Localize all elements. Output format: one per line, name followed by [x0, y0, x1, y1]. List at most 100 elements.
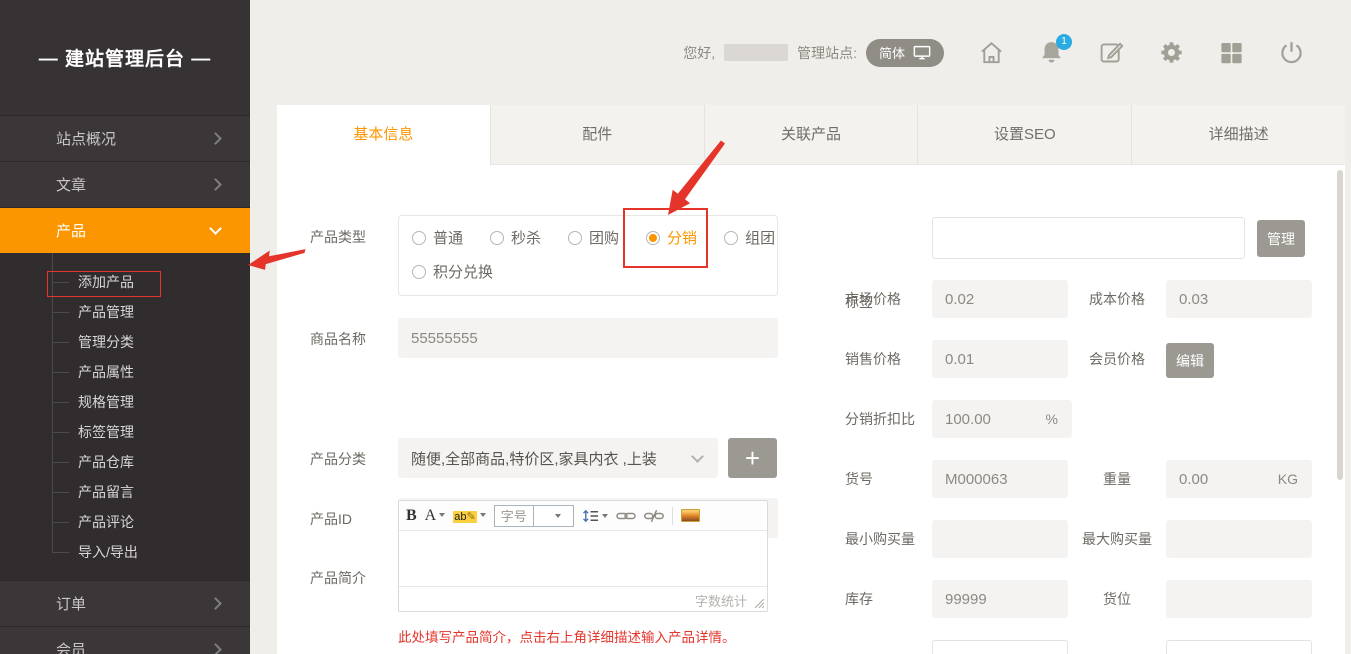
add-category-button[interactable]: + [728, 438, 777, 478]
editor-toolbar: B A ab✎ 字号 [399, 501, 767, 531]
sidebar-item-site-overview[interactable]: 站点概况 [0, 115, 250, 161]
sidebar-subitem-spec-manage[interactable]: 规格管理 [0, 387, 250, 417]
radio-flash-sale[interactable]: 秒杀 [490, 227, 541, 248]
sidebar-item-products[interactable]: 产品 [0, 207, 250, 253]
clipped-input-right[interactable] [1166, 640, 1312, 654]
sidebar-subitem-tag-manage[interactable]: 标签管理 [0, 417, 250, 447]
edit-icon[interactable] [1098, 39, 1125, 66]
distribution-ratio-label: 分销折扣比 [845, 410, 915, 428]
sidebar-subitem-category-manage[interactable]: 管理分类 [0, 327, 250, 357]
radio-points-exchange[interactable]: 积分兑换 [412, 261, 493, 282]
subitem-label: 产品属性 [78, 364, 134, 380]
radio-normal[interactable]: 普通 [412, 227, 463, 248]
stock-input[interactable] [932, 580, 1068, 618]
radio-group-buy[interactable]: 团购 [568, 227, 619, 248]
home-icon[interactable] [978, 39, 1005, 66]
cost-price-field [1166, 280, 1312, 318]
sidebar-subitem-product-warehouse[interactable]: 产品仓库 [0, 447, 250, 477]
market-price-input[interactable] [932, 280, 1068, 318]
insert-image-button[interactable] [681, 509, 700, 522]
sidebar-item-articles[interactable]: 文章 [0, 161, 250, 207]
subitem-label: 导入/导出 [78, 544, 138, 560]
sidebar-item-members[interactable]: 会员 [0, 626, 250, 654]
main-panel: 基本信息 配件 关联产品 设置SEO 详细描述 产品类型 普通 秒杀 团购 分销… [277, 105, 1345, 654]
sidebar-subitem-product-attrs[interactable]: 产品属性 [0, 357, 250, 387]
weight-label: 重量 [1067, 470, 1167, 488]
max-purchase-input[interactable] [1166, 520, 1312, 558]
highlight-button[interactable]: ab✎ [453, 507, 485, 525]
editor-text-area[interactable] [399, 531, 767, 586]
sale-price-input[interactable] [932, 340, 1068, 378]
grid-icon[interactable] [1218, 39, 1245, 66]
tab-basic-info[interactable]: 基本信息 [277, 105, 490, 165]
resize-grip-icon[interactable] [754, 598, 765, 609]
stock-field [932, 580, 1068, 618]
radio-distribution[interactable]: 分销 [646, 227, 697, 248]
sidebar-subitem-import-export[interactable]: 导入/导出 [0, 537, 250, 567]
radio-icon [724, 231, 738, 245]
radio-icon [568, 231, 582, 245]
sidebar-subitem-product-reviews[interactable]: 产品评论 [0, 507, 250, 537]
manage-tags-button[interactable]: 管理 [1257, 220, 1305, 257]
edit-member-price-button[interactable]: 编辑 [1166, 343, 1214, 378]
sidebar-item-orders[interactable]: 订单 [0, 580, 250, 626]
kg-unit: KG [1278, 471, 1298, 487]
subitem-label: 管理分类 [78, 334, 134, 350]
radio-icon-checked [646, 231, 660, 245]
gear-icon[interactable] [1158, 39, 1185, 66]
sidebar-item-label: 站点概况 [56, 128, 116, 149]
radio-label: 分销 [667, 227, 697, 248]
font-color-button[interactable]: A [425, 507, 446, 525]
chevron-down-icon [691, 450, 704, 463]
subitem-label: 标签管理 [78, 424, 134, 440]
topbar: 您好, 管理站点: 简体 1 [250, 0, 1351, 105]
product-category-select[interactable]: 随便,全部商品,特价区,家具内衣 ,上装 [398, 438, 718, 478]
min-purchase-input[interactable] [932, 520, 1068, 558]
product-id-label: 产品ID [310, 510, 352, 528]
link-button[interactable] [616, 510, 636, 522]
radio-team-buy[interactable]: 组团 [724, 227, 775, 248]
tab-bar: 基本信息 配件 关联产品 设置SEO 详细描述 [277, 105, 1345, 165]
intro-help-note: 此处填写产品简介，点击右上角详细描述输入产品详情。 [398, 626, 736, 646]
bell-icon[interactable]: 1 [1038, 39, 1065, 66]
clipped-input-left[interactable] [932, 640, 1068, 654]
unlink-button[interactable] [644, 509, 664, 523]
toolbar-separator [672, 507, 673, 525]
tab-detail-description[interactable]: 详细描述 [1131, 105, 1345, 165]
sidebar-subitem-add-product[interactable]: 添加产品 [0, 267, 250, 297]
member-price-label: 会员价格 [1067, 350, 1167, 368]
market-price-label: 市场价格 [845, 290, 901, 308]
max-purchase-field [1166, 520, 1312, 558]
subitem-label: 产品评论 [78, 514, 134, 530]
line-height-button[interactable] [582, 509, 608, 523]
shelf-location-input[interactable] [1166, 580, 1312, 618]
font-size-select[interactable]: 字号 [494, 505, 574, 527]
language-toggle-button[interactable]: 简体 [866, 39, 944, 67]
sidebar-subitem-product-manage[interactable]: 产品管理 [0, 297, 250, 327]
cost-price-input[interactable] [1166, 280, 1312, 318]
chevron-right-icon [209, 597, 222, 610]
tab-accessories[interactable]: 配件 [490, 105, 704, 165]
radio-icon [412, 265, 426, 279]
sidebar-subitem-product-messages[interactable]: 产品留言 [0, 477, 250, 507]
tag-input[interactable] [932, 217, 1245, 259]
sidebar-nav: 站点概况 文章 产品 添加产品 产品管理 管理分类 产品属性 规格管理 标签管理… [0, 115, 250, 654]
username-redacted [724, 44, 788, 61]
font-size-dropdown-button[interactable] [533, 506, 573, 526]
product-name-input[interactable] [398, 318, 778, 358]
product-name-field [398, 318, 778, 358]
min-purchase-field [932, 520, 1068, 558]
bold-button[interactable]: B [406, 507, 417, 525]
chevron-right-icon [209, 178, 222, 191]
power-icon[interactable] [1278, 39, 1305, 66]
tab-content-basic-info: 产品类型 普通 秒杀 团购 分销 组团 积分兑换 商品名称 产品分类 随便, [277, 165, 1345, 654]
percent-unit: % [1046, 411, 1058, 427]
shelf-location-field [1166, 580, 1312, 618]
tab-seo-settings[interactable]: 设置SEO [917, 105, 1131, 165]
stock-label: 库存 [845, 590, 873, 608]
tab-related-products[interactable]: 关联产品 [704, 105, 918, 165]
app-title: — 建站管理后台 — [0, 0, 250, 115]
item-number-input[interactable] [932, 460, 1068, 498]
vertical-scrollbar[interactable] [1337, 170, 1343, 480]
product-intro-editor: B A ab✎ 字号 [398, 500, 768, 612]
